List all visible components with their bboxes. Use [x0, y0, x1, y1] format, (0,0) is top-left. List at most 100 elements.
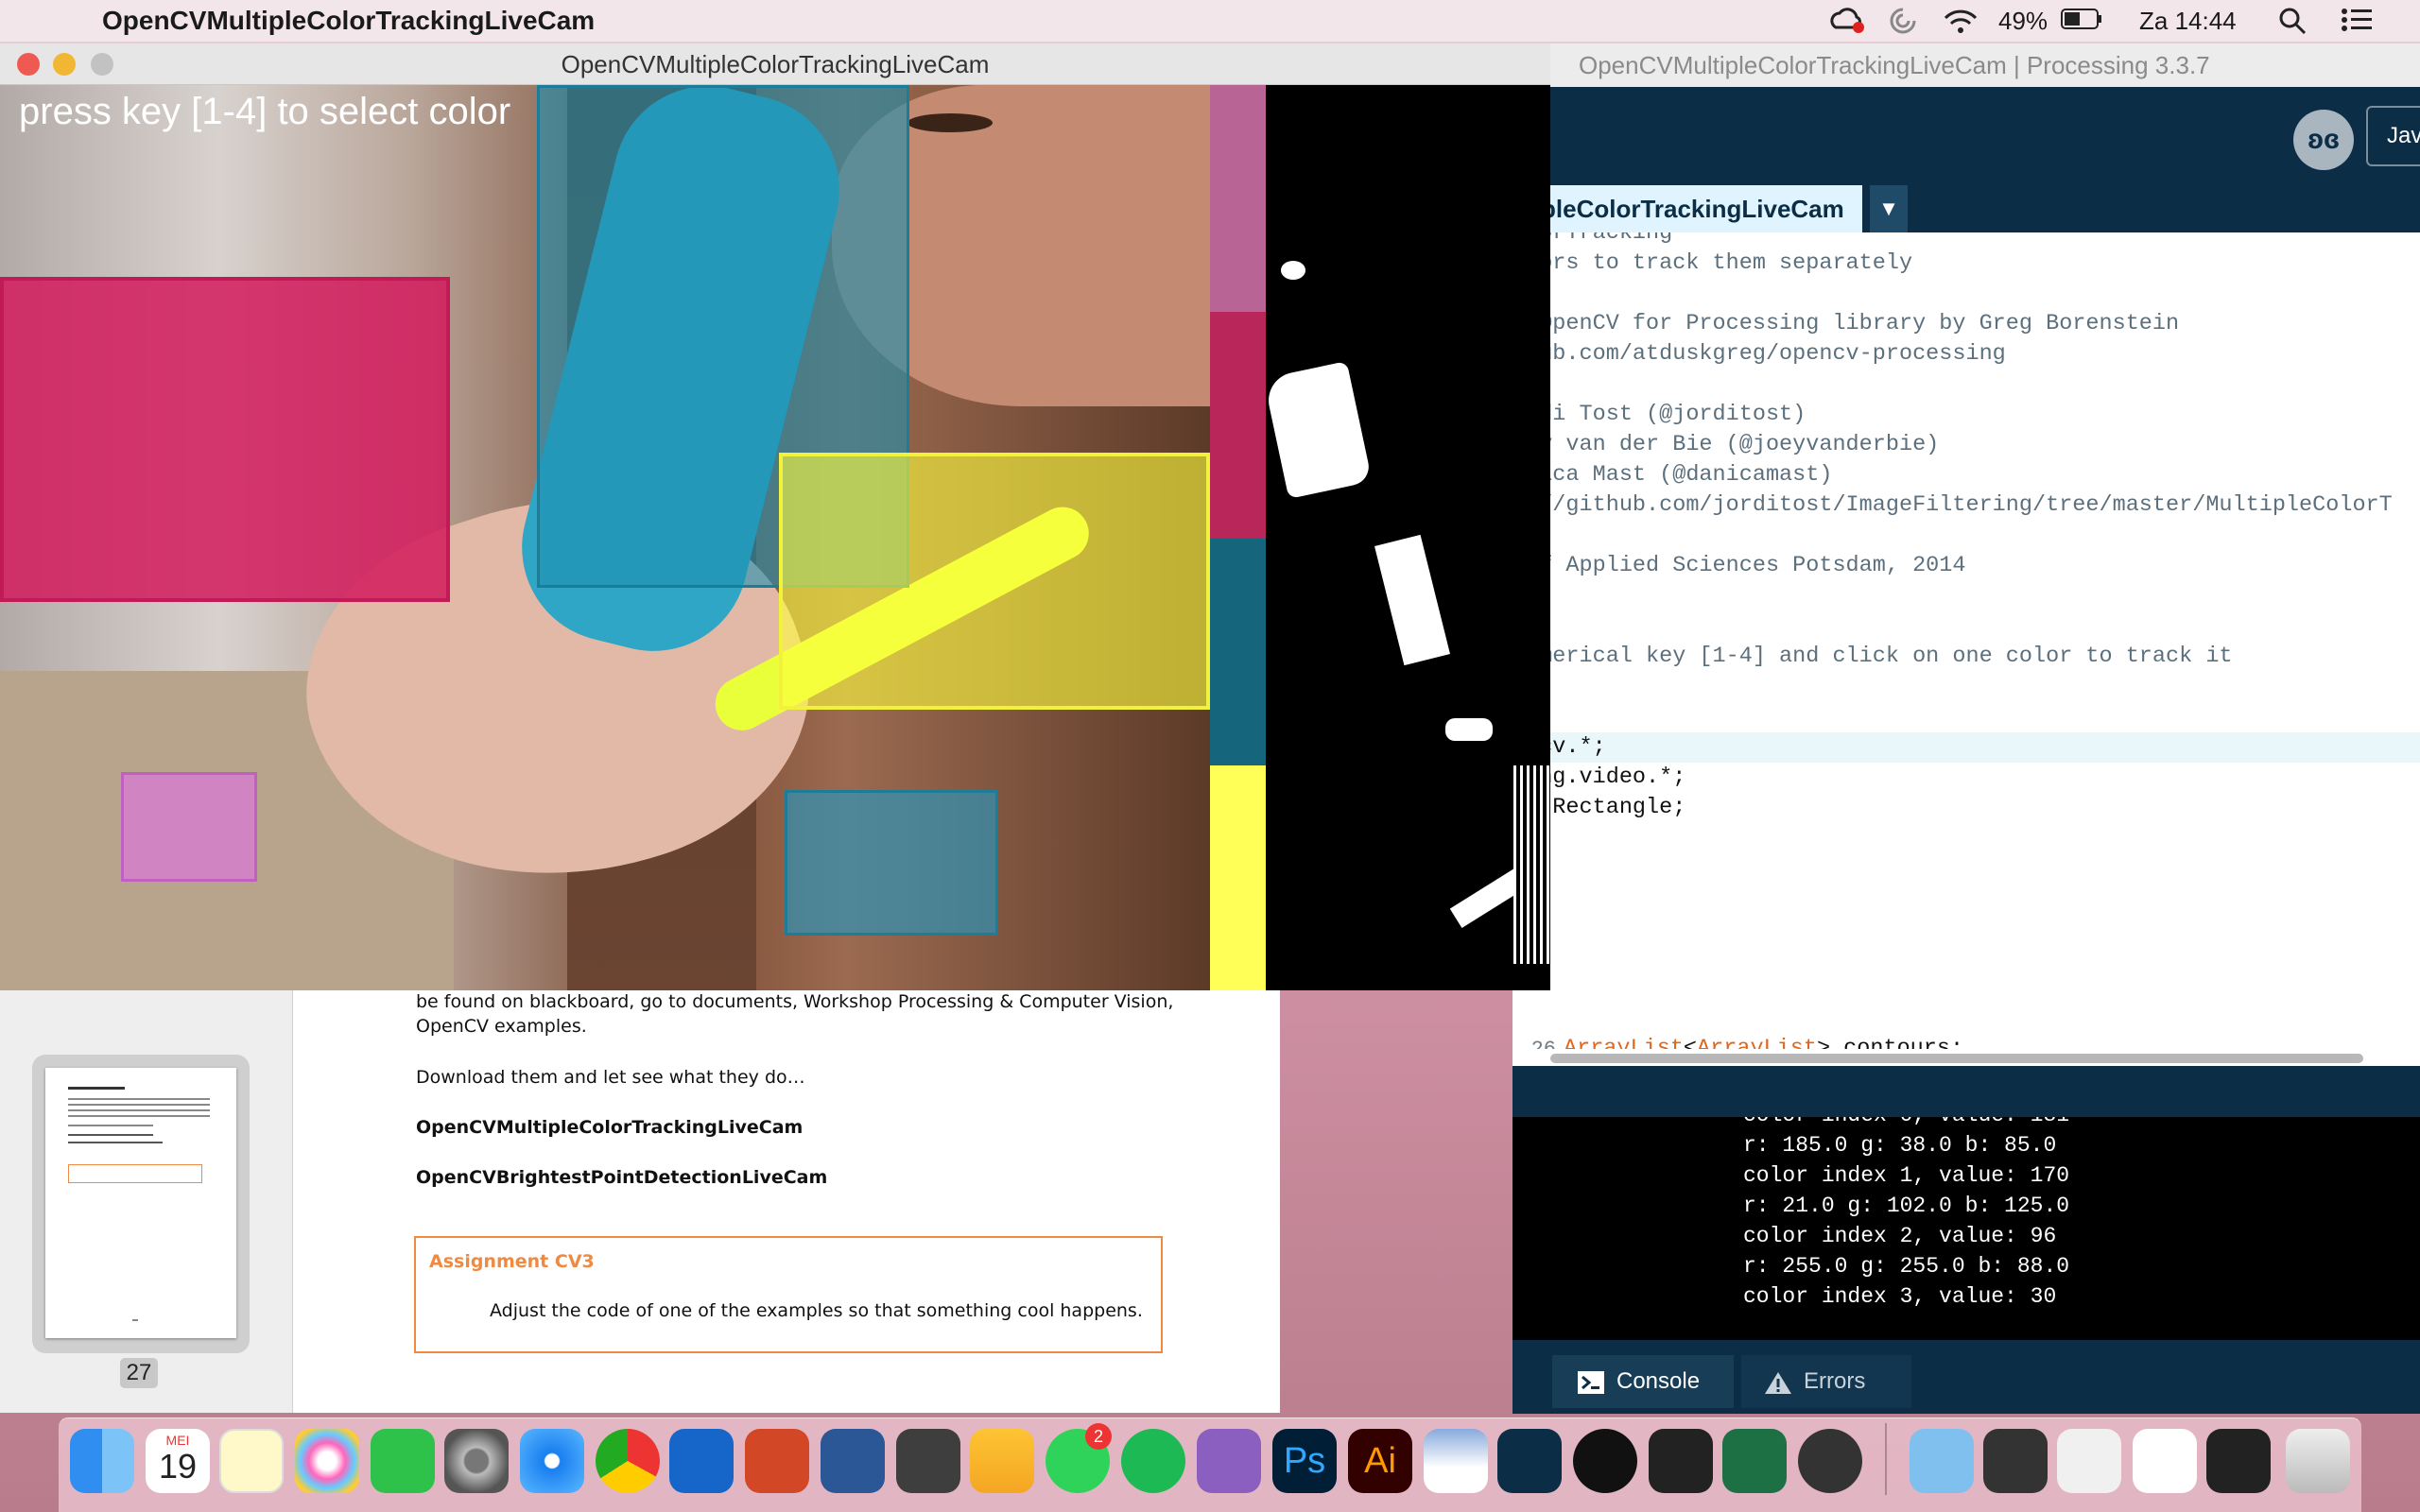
photoshop-icon[interactable]: Ps	[1272, 1429, 1337, 1493]
color-swatch-2[interactable]	[1210, 312, 1266, 539]
code-line: wt.Rectangle;	[1512, 795, 1686, 820]
code-line: encv.*;	[1512, 732, 2420, 763]
tab-menu-dropdown-icon[interactable]: ▼	[1870, 185, 1908, 232]
doc-text-line: OpenCV examples.	[416, 1016, 587, 1037]
notes-icon[interactable]	[219, 1429, 284, 1493]
console-tab[interactable]: Console	[1552, 1355, 1734, 1408]
spotlight-search-icon[interactable]	[2278, 7, 2307, 42]
quicktime-icon[interactable]	[1798, 1429, 1862, 1493]
console-line: r: 21.0 g: 102.0 b: 125.0	[1743, 1194, 2070, 1218]
zoom-window-button[interactable]	[91, 53, 113, 76]
illustrator-icon[interactable]: Ai	[1348, 1429, 1412, 1493]
code-line: ;	[1512, 853, 2420, 884]
creative-cloud-icon[interactable]	[1830, 7, 1864, 42]
app-menu-name[interactable]: OpenCVMultipleColorTrackingLiveCam	[102, 6, 595, 36]
word-icon[interactable]	[821, 1429, 885, 1493]
message-bar	[1512, 1070, 2420, 1117]
recent-screenshot-icon[interactable]	[2206, 1429, 2271, 1493]
console-icon	[1578, 1370, 1604, 1394]
ide-window-title: OpenCVMultipleColorTrackingLiveCam | Pro…	[1512, 43, 2420, 87]
powerpoint-icon[interactable]	[745, 1429, 809, 1493]
ide-toolbar	[1512, 87, 2420, 185]
recent-document-icon[interactable]	[2057, 1429, 2121, 1493]
assignment-text: Adjust the code of one of the examples s…	[490, 1300, 1143, 1321]
tab-sketch[interactable]: pleColorTrackingLiveCam	[1512, 185, 1862, 232]
sublime-text-icon[interactable]	[896, 1429, 960, 1493]
camera-feed[interactable]: press key [1-4] to select color	[0, 85, 1210, 990]
sketch-window-title: OpenCVMultipleColorTrackingLiveCam	[0, 43, 1550, 85]
code-line: of Applied Sciences Potsdam, 2014	[1512, 553, 1966, 578]
p3-app-icon[interactable]	[1573, 1429, 1637, 1493]
outlook-icon[interactable]	[669, 1429, 734, 1493]
trash-icon[interactable]	[2286, 1429, 2350, 1493]
console-tabs: Console Errors	[1512, 1355, 2420, 1414]
unity-icon[interactable]	[1649, 1429, 1713, 1493]
doc-bold-item: OpenCVBrightestPointDetectionLiveCam	[416, 1167, 828, 1188]
code-line: ordi Tost (@jorditost)	[1512, 402, 1806, 427]
color-swatch-4[interactable]	[1210, 765, 1266, 990]
errors-tab[interactable]: Errors	[1741, 1355, 1911, 1408]
tracked-box-color-1b	[785, 790, 998, 936]
facetime-icon[interactable]	[371, 1429, 435, 1493]
preview-icon[interactable]	[1424, 1429, 1488, 1493]
doc-text-line: Download them and let see what they do…	[416, 1067, 805, 1088]
folder-icon[interactable]	[1910, 1429, 1974, 1493]
battery-icon[interactable]	[2061, 7, 2102, 38]
tracked-box-color-small	[121, 772, 257, 882]
console-output[interactable]: color index 0, value: 181 r: 185.0 g: 38.…	[1512, 1117, 2420, 1340]
mode-selector[interactable]: Jav	[2366, 106, 2420, 166]
finder-icon[interactable]	[70, 1429, 134, 1493]
github-desktop-icon[interactable]	[1197, 1429, 1261, 1493]
code-line: olorTracking	[1512, 232, 1673, 246]
code-line: oey van der Bie (@joeyvanderbie)	[1512, 432, 1940, 457]
threshold-mask-view	[1266, 85, 1550, 990]
excel-icon[interactable]	[1722, 1429, 1787, 1493]
system-preferences-icon[interactable]	[444, 1429, 509, 1493]
scrollbar-thumb[interactable]	[1550, 1054, 2363, 1063]
code-editor[interactable]: olorTracking olors to track them separate…	[1512, 232, 2420, 1049]
processing-icon[interactable]	[1497, 1429, 1562, 1493]
processing-ide-window: OpenCVMultipleColorTrackingLiveCam | Pro…	[1512, 43, 2420, 1414]
assignment-box: Assignment CV3 Adjust the code of one of…	[414, 1236, 1163, 1353]
sketch-icon[interactable]	[970, 1429, 1034, 1493]
code-line: sing.video.*;	[1512, 765, 1686, 790]
editor-horizontal-scrollbar[interactable]	[1512, 1049, 2420, 1066]
console-line: color index 3, value: 30	[1743, 1284, 2057, 1309]
menubar-clock[interactable]: Za 14:44	[2139, 7, 2237, 36]
assignment-title: Assignment CV3	[429, 1251, 595, 1272]
console-line: r: 255.0 g: 255.0 b: 88.0	[1743, 1254, 2070, 1279]
doc-text-line: be found on blackboard, go to documents,…	[416, 991, 1174, 1012]
chrome-icon[interactable]	[596, 1429, 660, 1493]
calendar-icon[interactable]: MEI 19	[146, 1429, 210, 1493]
code-line: olors to track them separately	[1512, 250, 1913, 276]
code-line: s://github.com/jorditost/ImageFiltering/…	[1512, 492, 2393, 518]
line-number: 26	[1518, 1038, 1556, 1049]
code-line: anica Mast (@danicamast)	[1512, 462, 1833, 488]
minimize-window-button[interactable]	[53, 53, 76, 76]
color-swatch-3[interactable]	[1210, 539, 1266, 765]
tracked-box-color-0	[0, 277, 450, 602]
recent-document-icon[interactable]	[2133, 1429, 2197, 1493]
spotify-icon[interactable]	[1121, 1429, 1185, 1493]
color-swatch-1[interactable]	[1210, 85, 1266, 312]
tracked-box-color-2	[779, 453, 1210, 710]
whatsapp-badge: 2	[1085, 1423, 1112, 1450]
close-window-button[interactable]	[17, 53, 40, 76]
recent-item-icon[interactable]	[1983, 1429, 2048, 1493]
battery-percent[interactable]: 49%	[1998, 7, 2048, 36]
page-thumbnail[interactable]	[45, 1068, 236, 1338]
doc-bold-item: OpenCVMultipleColorTrackingLiveCam	[416, 1117, 804, 1138]
sync-icon[interactable]	[1889, 7, 1917, 42]
menu-bar: OpenCVMultipleColorTrackingLiveCam 49% Z…	[0, 0, 2420, 42]
photos-icon[interactable]	[295, 1429, 359, 1493]
console-line: color index 2, value: 96	[1743, 1224, 2057, 1248]
safari-icon[interactable]	[520, 1429, 584, 1493]
debugger-butterfly-icon[interactable]: ʚɞ	[2293, 110, 2354, 170]
console-line: color index 0, value: 181	[1743, 1117, 2069, 1127]
wifi-icon[interactable]	[1942, 7, 1979, 42]
notification-center-icon[interactable]	[2341, 7, 2373, 40]
